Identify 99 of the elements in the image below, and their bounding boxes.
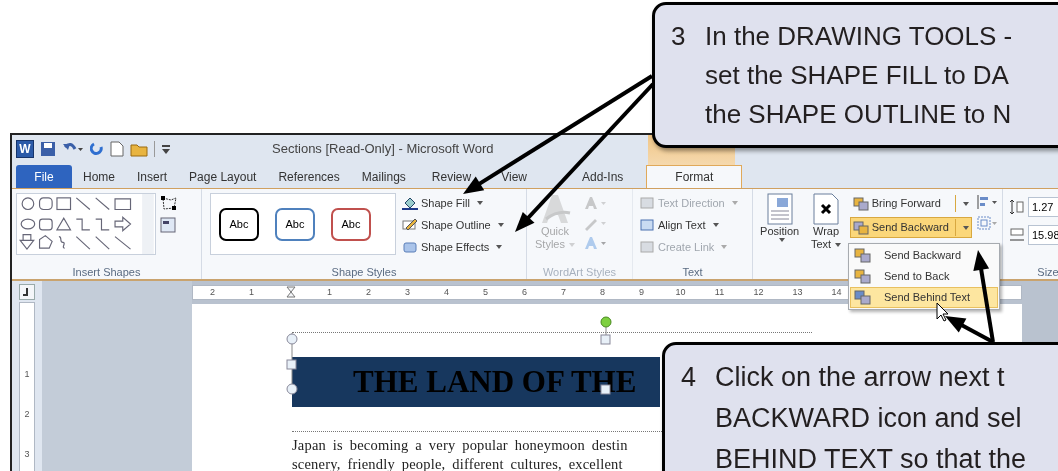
indent-marker-icon[interactable]	[285, 285, 296, 300]
group-label: Text	[681, 265, 704, 279]
text-box-icon[interactable]	[160, 217, 176, 233]
style-preset[interactable]: Abc	[219, 207, 259, 241]
ribbon-tab[interactable]: View	[486, 165, 567, 188]
tab-selector-icon[interactable]	[19, 284, 35, 300]
ruler-number: 1	[24, 368, 30, 381]
align-text-icon	[639, 218, 655, 232]
shape-effects-icon	[402, 240, 418, 254]
position-button[interactable]: Position	[757, 193, 803, 279]
group-label: Insert Shapes	[71, 265, 142, 279]
group-label: WordArt Styles	[541, 265, 618, 279]
ruler-number: 9	[639, 285, 644, 299]
ribbon-command[interactable]: Shape Effects	[402, 237, 504, 257]
ribbon-command[interactable]: Shape Outline	[402, 215, 504, 235]
caret-icon	[778, 238, 785, 242]
ribbon-tab[interactable]: Home	[72, 165, 126, 188]
ruler-number: 4	[444, 285, 449, 299]
layers-icon	[852, 196, 869, 211]
group-label: Size	[1036, 265, 1058, 279]
wrap-text-button[interactable]: Wrap Text	[806, 193, 846, 279]
pencil-icon	[402, 218, 418, 232]
heading-text: THE LAND OF THE	[353, 362, 637, 401]
ruler-number: 2	[24, 408, 30, 421]
ribbon-tab[interactable]: Insert	[126, 165, 179, 188]
wrap-text-icon	[813, 193, 840, 225]
app-logo[interactable]: W	[16, 140, 34, 158]
ribbon-tab[interactable]: Mailings	[350, 165, 417, 188]
align-icon[interactable]	[976, 195, 998, 209]
arrange-command[interactable]: Bring Forward	[849, 193, 972, 214]
caret-icon	[497, 223, 504, 227]
customize-toolbar-icon[interactable]	[161, 143, 171, 155]
menu-item[interactable]: Send Backward	[850, 245, 998, 266]
ruler-number: 14	[831, 285, 842, 299]
ruler-number: 2	[366, 285, 371, 299]
ruler-number: 7	[561, 285, 566, 299]
callout-text: Click on the arrow next t	[715, 361, 1005, 394]
layers-icon	[854, 268, 872, 285]
link-icon	[639, 240, 655, 254]
caret-icon	[835, 243, 842, 248]
group-label: Shape Styles	[330, 265, 398, 279]
text-direction-icon	[639, 196, 655, 210]
step-number: 4	[681, 361, 698, 394]
menu-item[interactable]: Send Behind Text	[850, 287, 998, 308]
paint-bucket-icon	[402, 196, 418, 210]
folder-icon[interactable]	[130, 141, 148, 157]
redo-icon[interactable]	[90, 141, 104, 157]
ribbon-tab[interactable]: Page Layout	[178, 165, 268, 188]
position-icon	[766, 193, 793, 225]
shape-gallery-drawing[interactable]	[16, 193, 156, 255]
callout-text: In the DRAWING TOOLS -	[705, 20, 1013, 53]
ribbon-tab[interactable]: Format	[646, 165, 743, 188]
new-document-icon[interactable]	[110, 141, 124, 157]
layers-icon	[854, 247, 872, 264]
caret-icon	[963, 202, 969, 207]
caret-icon	[963, 226, 969, 231]
ruler-number: 6	[522, 285, 527, 299]
style-preset[interactable]: Abc	[275, 207, 315, 241]
callout-text: BEHIND TEXT so that the	[715, 443, 1027, 471]
step-number: 3	[671, 20, 687, 53]
callout-text: set the SHAPE FILL to DA	[705, 59, 1009, 92]
ruler-number: 13	[792, 285, 803, 299]
body-text-line: Japan is becoming a very popular honeymoon destin	[292, 436, 628, 455]
ruler-number: 8	[600, 285, 605, 299]
style-gallery[interactable]: Abc Abc Abc	[210, 193, 396, 255]
caret-icon	[731, 201, 738, 205]
callout-text: the SHAPE OUTLINE to N	[705, 98, 1012, 131]
ruler-number: 3	[405, 285, 410, 299]
group-icon[interactable]	[976, 215, 998, 231]
caret-icon	[721, 245, 728, 249]
layers-icon	[854, 289, 872, 306]
caret-icon	[476, 201, 483, 205]
caret-icon	[712, 223, 719, 227]
save-icon[interactable]	[40, 141, 56, 157]
height-icon	[1009, 199, 1025, 215]
height-field[interactable]: 1.27	[1028, 197, 1058, 217]
caret-icon	[496, 245, 503, 249]
ribbon-command[interactable]: Shape Fill	[402, 193, 504, 213]
ruler-number: 5	[483, 285, 488, 299]
caret-icon	[569, 243, 575, 248]
menu-item[interactable]: Send to Back	[850, 266, 998, 287]
ribbon-tab[interactable]: Add-Ins	[566, 165, 639, 188]
ruler-number: 11	[714, 285, 725, 299]
ruler-number: 1	[249, 285, 254, 299]
file-tab[interactable]: File	[16, 165, 72, 188]
ruler-number: 2	[210, 285, 215, 299]
layers-icon	[852, 220, 869, 235]
ribbon-tab[interactable]: References	[267, 165, 351, 188]
callout-text: BACKWARD icon and sel	[715, 402, 1022, 435]
ruler-number: 10	[675, 285, 686, 299]
ribbon-command[interactable]: Align Text	[639, 215, 746, 235]
style-preset[interactable]: Abc	[331, 207, 371, 241]
ruler-number: 12	[753, 285, 764, 299]
arrange-command[interactable]: Send Backward	[849, 217, 972, 238]
ribbon-tab[interactable]: Review	[416, 165, 487, 188]
ruler-number: 1	[327, 285, 332, 299]
ruler-number: 3	[24, 448, 30, 461]
width-icon	[1009, 227, 1025, 243]
window-title: Sections [Read-Only] - Microsoft Word	[272, 140, 494, 159]
